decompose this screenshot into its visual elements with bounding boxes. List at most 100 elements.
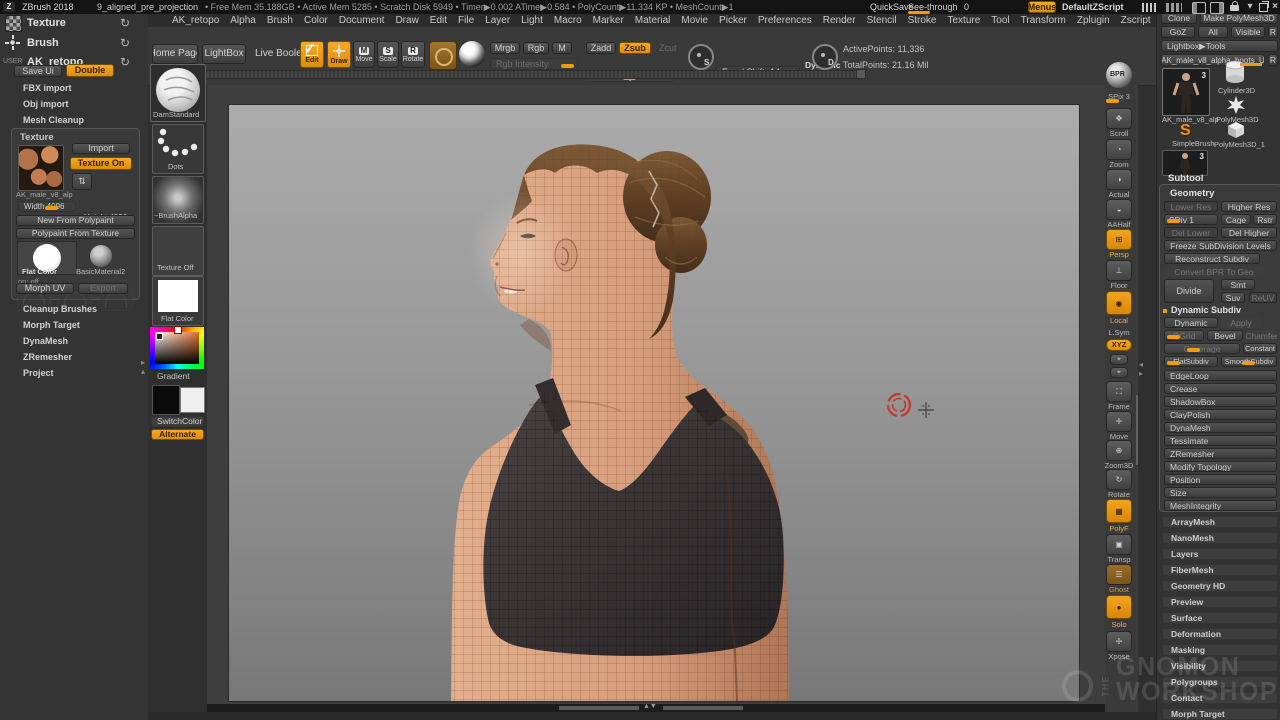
polypaint-from-texture-button[interactable]: Polypaint From Texture <box>16 228 135 239</box>
canvas-scroll-handle-left[interactable] <box>559 706 639 710</box>
polyframe-icon[interactable]: ▦ <box>1106 499 1132 523</box>
restore-button[interactable] <box>1259 3 1268 12</box>
m-button[interactable]: M <box>552 42 572 54</box>
main-color-swatch[interactable] <box>152 385 180 415</box>
active-tool-thumbnail[interactable]: 3 <box>1162 68 1210 116</box>
right-tray-divider-arrow[interactable]: ◂▸ <box>1139 360 1143 378</box>
menu-marker[interactable]: Marker <box>593 15 624 26</box>
lightbox-tools-button[interactable]: Lightbox▶Tools <box>1161 40 1278 52</box>
menus-button[interactable]: Menus <box>1028 1 1056 13</box>
menu-zscript[interactable]: Zscript <box>1121 15 1151 26</box>
rgb-intensity-slider[interactable]: Rgb Intensity <box>490 58 578 70</box>
nanomesh-section[interactable]: NanoMesh <box>1162 532 1278 544</box>
bevel-button[interactable]: Bevel <box>1207 330 1243 341</box>
reuv-button[interactable]: ReUV <box>1249 292 1277 303</box>
pivot2-icon[interactable]: ⌖ <box>1110 367 1128 378</box>
lower-res-button[interactable]: Lower Res <box>1164 201 1218 212</box>
constant-button[interactable]: Constant <box>1243 343 1277 354</box>
persp-icon[interactable]: ⊞ <box>1106 229 1132 250</box>
pivot-icon[interactable]: ⌖ <box>1110 354 1128 365</box>
menu-layer[interactable]: Layer <box>485 15 510 26</box>
del-lower-button[interactable]: Del Lower <box>1164 227 1218 238</box>
polygroups-section[interactable]: Polygroups <box>1162 676 1278 688</box>
menu-edit[interactable]: Edit <box>430 15 447 26</box>
rgb-button[interactable]: Rgb <box>523 42 549 54</box>
switch-color-button[interactable]: SwitchColor <box>151 416 204 427</box>
alternate-button[interactable]: Alternate <box>151 429 204 440</box>
zadd-button[interactable]: Zadd <box>586 42 616 54</box>
minimize-button[interactable]: ▾ <box>1245 1 1255 12</box>
canvas-scrollbar[interactable]: ▲▼ <box>207 704 1105 712</box>
menu-movie[interactable]: Movie <box>681 15 708 26</box>
zoom-tool-icon[interactable]: ◔ <box>1106 139 1132 160</box>
texture-import-button[interactable]: Import <box>72 143 130 154</box>
size-button[interactable]: Size <box>1164 487 1277 498</box>
shelf-tray-handle[interactable] <box>856 69 866 79</box>
xpose-icon[interactable]: ✢ <box>1106 631 1132 652</box>
dynamic-subdiv-header[interactable]: Dynamic Subdiv <box>1171 305 1241 315</box>
texture-export-button[interactable]: Export <box>78 283 128 294</box>
tessimate-button[interactable]: Tessimate <box>1164 435 1277 446</box>
draw-size-picker-icon[interactable]: D <box>812 44 838 70</box>
menu-macro[interactable]: Macro <box>554 15 582 26</box>
dynamesh-section-button[interactable]: DynaMesh <box>1164 422 1277 433</box>
close-button[interactable]: × <box>1270 1 1280 12</box>
menu-ak-retopo[interactable]: AK_retopo <box>172 15 219 26</box>
texture-on-button[interactable]: Texture On <box>70 157 132 170</box>
actual-size-icon[interactable]: ◑ <box>1106 169 1132 190</box>
alpha-thumbnail[interactable]: ~BrushAlpha <box>152 176 204 224</box>
smooth-subdiv-slider[interactable]: SmoothSubdiv <box>1221 356 1277 367</box>
geometry-hd-section[interactable]: Geometry HD <box>1162 580 1278 592</box>
fibermesh-section[interactable]: FiberMesh <box>1162 564 1278 576</box>
menu-material[interactable]: Material <box>635 15 671 26</box>
flat-subdiv-slider[interactable]: FlatSubdiv <box>1164 356 1218 367</box>
right-shelf-scrollbar[interactable] <box>1136 395 1138 465</box>
default-zscript-button[interactable]: DefaultZScript <box>1062 2 1124 12</box>
see-through-slider[interactable]: See-through 0 <box>908 0 972 14</box>
goz-all-button[interactable]: All <box>1198 26 1228 38</box>
move-button[interactable]: M Move <box>353 41 375 68</box>
left-tray-divider-arrow[interactable]: ▸▴ <box>141 358 145 376</box>
canvas-scroll-arrows[interactable]: ▲▼ <box>643 703 657 710</box>
texture-palette-header[interactable]: Texture <box>27 17 66 29</box>
simplebrush-thumbnail[interactable]: S <box>1180 122 1191 140</box>
rotate-button[interactable]: R Rotate <box>401 41 425 68</box>
xyz-button[interactable]: XYZ <box>1106 339 1132 351</box>
convert-bpr-button[interactable]: Convert BPR To Geo <box>1164 266 1264 277</box>
home-page-button[interactable]: Home Page <box>152 44 198 64</box>
document-view[interactable] <box>228 104 1080 702</box>
coverage-slider[interactable]: Coverage <box>1164 343 1240 354</box>
menu-picker[interactable]: Picker <box>719 15 747 26</box>
dynamic-button[interactable]: Dynamic <box>1164 317 1218 328</box>
see-through-handle[interactable] <box>908 11 930 14</box>
fbx-import-button[interactable]: FBX import <box>18 82 128 94</box>
zremesher-section-button[interactable]: ZRemesher <box>1164 448 1277 459</box>
del-higher-button[interactable]: Del Higher <box>1221 227 1277 238</box>
menu-preferences[interactable]: Preferences <box>758 15 812 26</box>
menu-file[interactable]: File <box>458 15 474 26</box>
menu-zplugin[interactable]: Zplugin <box>1077 15 1110 26</box>
menu-tool[interactable]: Tool <box>991 15 1009 26</box>
geometry-section-header[interactable]: Geometry <box>1170 188 1214 199</box>
polymesh3d-thumbnail[interactable] <box>1227 96 1245 114</box>
surface-section[interactable]: Surface <box>1162 612 1278 624</box>
morph-target-button[interactable]: Morph Target <box>18 319 130 331</box>
texture-palette-refresh-icon[interactable]: ↻ <box>120 17 130 29</box>
texture-flip-button[interactable]: ⇅ <box>72 173 92 190</box>
menu-draw[interactable]: Draw <box>395 15 418 26</box>
bpr-render-button[interactable]: BPR <box>1106 62 1132 88</box>
color-picker-sv-box[interactable] <box>155 332 199 364</box>
brightness-icon[interactable] <box>1166 3 1182 12</box>
texture-thumbnail[interactable] <box>18 145 64 191</box>
tool-r-button[interactable]: R <box>1268 54 1278 66</box>
current-brush-button[interactable] <box>429 41 457 70</box>
menu-light[interactable]: Light <box>521 15 543 26</box>
spix-slider[interactable]: SPix 3 <box>1102 92 1136 104</box>
cage-button[interactable]: Cage <box>1221 214 1251 225</box>
scale-button[interactable]: S Scale <box>377 41 399 68</box>
divide-button[interactable]: Divide <box>1164 279 1214 303</box>
polymesh3d1-thumbnail[interactable] <box>1227 122 1245 139</box>
position-button[interactable]: Position <box>1164 474 1277 485</box>
modify-topology-button[interactable]: Modify Topology <box>1164 461 1277 472</box>
local-icon[interactable]: ◉ <box>1106 291 1132 315</box>
